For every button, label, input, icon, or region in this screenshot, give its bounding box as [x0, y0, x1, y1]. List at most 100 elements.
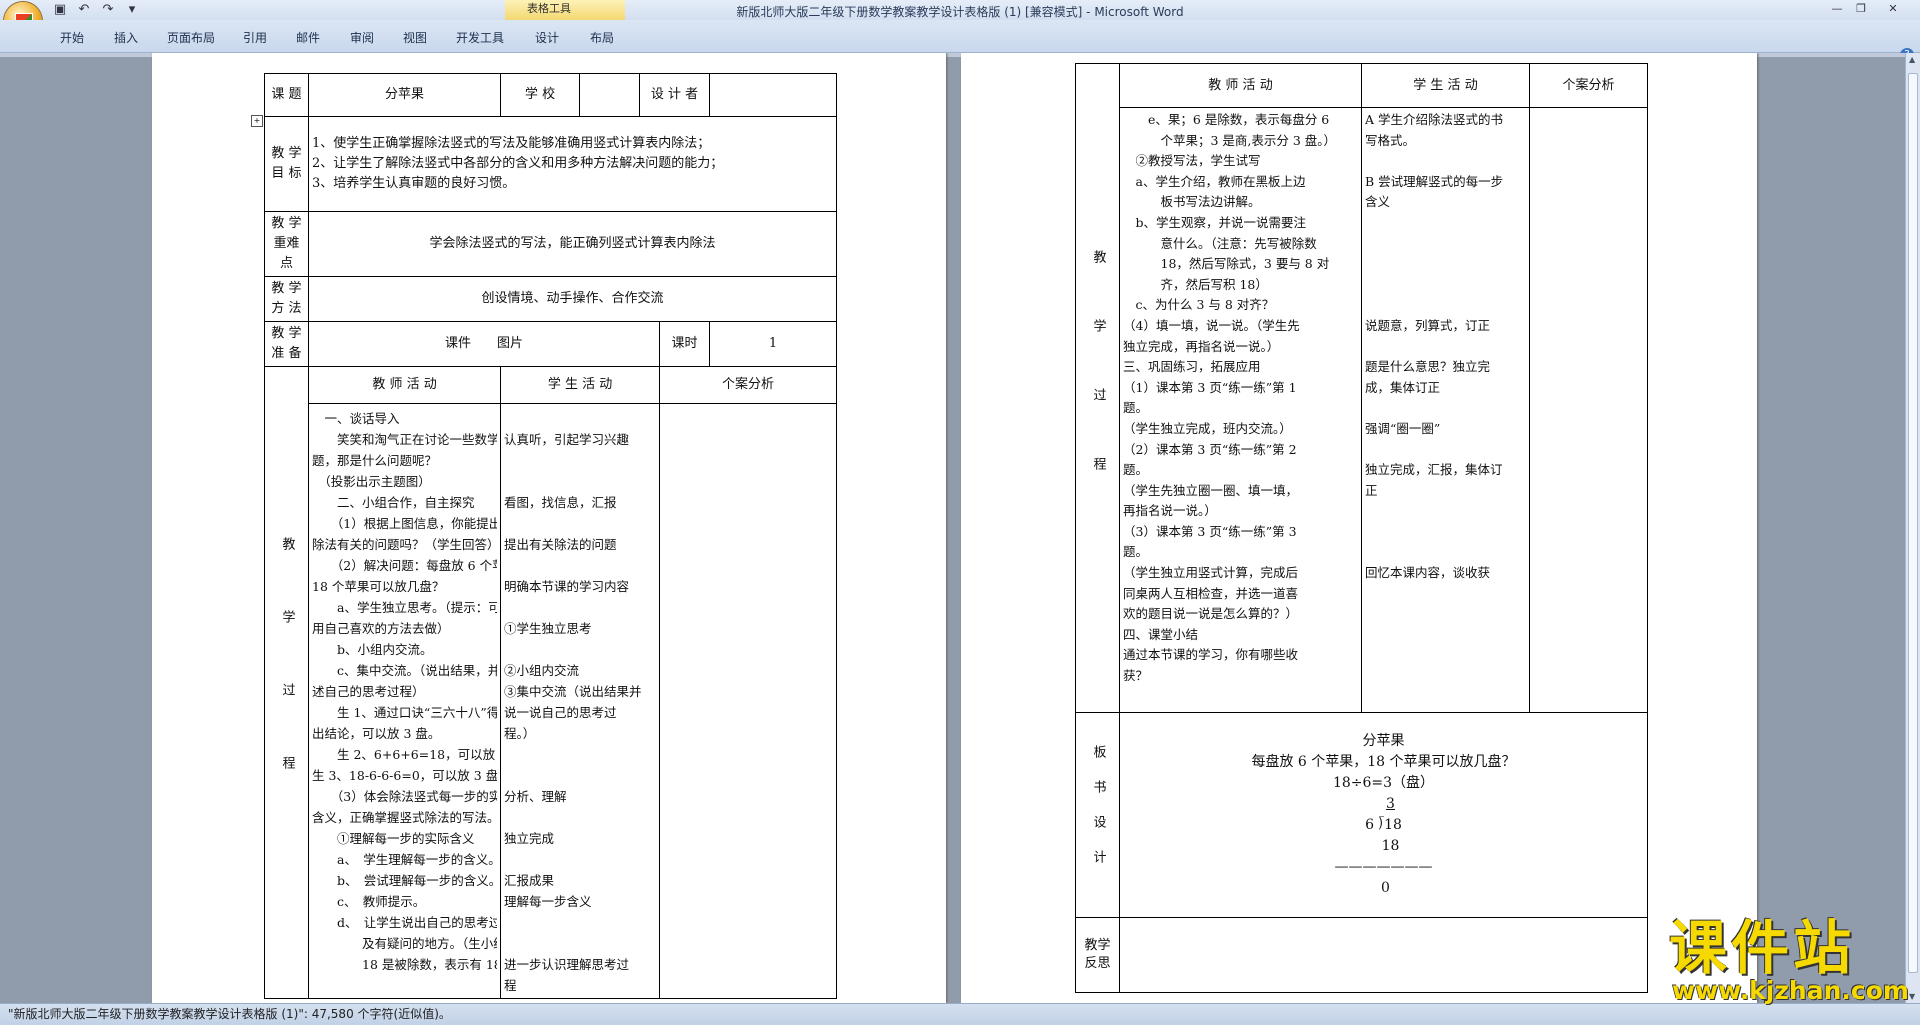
student-activity-line [504, 471, 656, 492]
maximize-icon[interactable]: ❐ [1850, 1, 1872, 17]
student-activity-line: 说一说自己的思考过 [504, 705, 617, 720]
notes-cell[interactable] [659, 403, 838, 999]
tab-layout[interactable]: 布局 [590, 29, 614, 46]
page-1: 课 题 分苹果 学 校 设 计 者 教 学 目 标 1、使学生正确掌握除法竖式的… [152, 53, 946, 1003]
student-activity-line: 成，集体订正 [1365, 379, 1441, 395]
student-activity-line [504, 555, 656, 576]
tab-design[interactable]: 设计 [535, 29, 559, 46]
student-activity-line: 认真听，引起学习兴趣 [504, 432, 630, 447]
board-title: 分苹果 [1362, 733, 1405, 749]
process-label: 教学过程 [264, 366, 309, 999]
teacher-activity-line: 除法有关的问题吗？（学生回答） [312, 537, 498, 552]
teacher-activity-line: 一、谈话导入 [312, 411, 400, 426]
student-activity-line: ③集中交流（说出结果并 [504, 684, 642, 699]
reflection-label: 教学反思 [1075, 917, 1120, 993]
topic-label: 课 题 [264, 73, 309, 117]
teacher-activity-line: 题，那是什么问题呢？ [312, 453, 438, 468]
goals-label: 教 学 目 标 [264, 116, 309, 212]
student-activity-cell: 认真听，引起学习兴趣 看图，找信息，汇报 提出有关除法的问题 明确本节课的学习内… [500, 403, 661, 999]
student-activity-line [1365, 151, 1526, 172]
vertical-scrollbar[interactable]: ▲ ▼ [1905, 53, 1920, 1003]
teacher-activity-line: 意什么。（注意：先写被除数 [1123, 235, 1317, 251]
student-activity-line: A 学生介绍除法竖式的书 [1365, 112, 1504, 127]
keypoint-value: 学会除法竖式的写法，能正确列竖式计算表内除法 [307, 211, 838, 277]
student-activity-line: 独立完成 [504, 831, 555, 846]
student-activity-line: 题是什么意思？独立完 [1365, 359, 1491, 375]
teacher-activity-line: 述自己的思考过程） [312, 684, 425, 699]
teacher-activity-line: 四、课堂小结 [1123, 626, 1199, 642]
lesson-plan-table-2: 教学过程 教 师 活 动 学 生 活 动 个案分析 e、果；6 是除数，表示每盘… [1075, 63, 1648, 993]
method-label: 教 学 方 法 [264, 276, 309, 322]
tab-developer[interactable]: 开发工具 [456, 29, 504, 46]
student-activity-line [504, 912, 656, 933]
teacher-activity-line: 同桌两人互相检查，并选一道喜 [1123, 585, 1299, 601]
designer-value[interactable] [709, 73, 838, 117]
teacher-activity-line: 题。 [1123, 462, 1149, 478]
notes-cell-2[interactable] [1529, 107, 1648, 713]
school-value[interactable] [579, 73, 641, 117]
scroll-down-icon[interactable]: ▼ [1909, 992, 1915, 1001]
teacher-activity-line: 18，然后写除式，3 要与 8 对 [1123, 256, 1330, 272]
student-activity-line [1365, 440, 1526, 461]
ribbon-tabs: 开始 插入 页面布局 引用 邮件 审阅 视图 开发工具 设计 布局 ? [0, 20, 1920, 62]
teacher-activity-line: 用自己喜欢的方法去做） [312, 621, 450, 636]
teacher-activity-line: 个苹果；3 是商,表示分 3 盘。） [1123, 132, 1337, 148]
tab-view[interactable]: 视图 [403, 29, 427, 46]
teacher-activity-line: 获？ [1123, 668, 1149, 684]
student-activity-line [1365, 254, 1526, 275]
student-activity-line [1365, 337, 1526, 358]
col-teacher-header: 教 师 活 动 [307, 366, 502, 404]
window-controls: — ❐ ✕ [1826, 1, 1912, 17]
teacher-activity-line: 生 3、18-6-6-6=0，可以放 3 盘。 [312, 768, 498, 783]
school-label: 学 校 [500, 73, 581, 117]
student-activity-line: 理解每一步含义 [504, 894, 592, 909]
teacher-activity-cell-2: e、果；6 是除数，表示每盘分 6 个苹果；3 是商,表示分 3 盘。） ②教授… [1119, 107, 1362, 713]
student-activity-line [1365, 542, 1526, 563]
teacher-activity-line: 齐，然后写积 18） [1123, 276, 1268, 292]
student-activity-line: 提出有关除法的问题 [504, 537, 617, 552]
tab-mailings[interactable]: 邮件 [296, 29, 320, 46]
student-activity-line [1365, 501, 1526, 522]
teacher-activity-line: ②教授写法，学生试写 [1123, 153, 1261, 169]
student-activity-line: 说题意，列算式，订正 [1365, 317, 1491, 333]
scroll-up-icon[interactable]: ▲ [1909, 55, 1915, 64]
minimize-icon[interactable]: — [1826, 1, 1848, 17]
tab-review[interactable]: 审阅 [350, 29, 374, 46]
teacher-activity-line: （学生独立完成，班内交流。） [1123, 420, 1292, 436]
student-activity-cell-2: A 学生介绍除法竖式的书 写格式。 B 尝试理解竖式的每一步 含义 说题意，列算式，… [1361, 107, 1530, 713]
student-activity-line: 分析、理解 [504, 789, 567, 804]
tab-insert[interactable]: 插入 [114, 29, 138, 46]
designer-label: 设 计 者 [639, 73, 711, 117]
student-activity-line: 回忆本课内容，谈收获 [1365, 565, 1491, 581]
goal-item: 1、使学生正确掌握除法竖式的写法及能够准确用竖式计算表内除法； [312, 136, 711, 151]
student-activity-line: 进一步认识理解思考过 [504, 957, 630, 972]
teacher-activity-line: （3）体会除法竖式每一步的实际 [312, 789, 498, 804]
student-activity-line: 强调“圈一圈” [1365, 420, 1441, 436]
board-label: 板书设计 [1075, 712, 1120, 918]
goal-item: 3、培养学生认真审题的良好习惯。 [312, 176, 516, 191]
student-activity-line [1365, 275, 1526, 296]
teacher-activity-line: 板书写法边讲解。 [1123, 194, 1261, 210]
board-quotient: 3 [1386, 796, 1395, 812]
document-area: 课 题 分苹果 学 校 设 计 者 教 学 目 标 1、使学生正确掌握除法竖式的… [0, 53, 1905, 1003]
table-move-handle-icon[interactable]: + [251, 115, 263, 127]
teacher-activity-line: （1）根据上图信息，你能提出与 [312, 516, 498, 531]
tab-references[interactable]: 引用 [243, 29, 267, 46]
teacher-activity-line: c、集中交流。（说出结果，并讲 [312, 663, 498, 678]
board-question: 每盘放 6 个苹果，18 个苹果可以放几盘？ [1251, 754, 1516, 770]
scroll-thumb[interactable] [1908, 73, 1918, 973]
teacher-activity-line: 通过本节课的学习，你有哪些收 [1123, 647, 1299, 663]
lesson-plan-table-1: 课 题 分苹果 学 校 设 计 者 教 学 目 标 1、使学生正确掌握除法竖式的… [264, 73, 838, 999]
tab-page-layout[interactable]: 页面布局 [167, 29, 215, 46]
col-teacher-header-2: 教 师 活 动 [1119, 63, 1362, 108]
teacher-activity-cell: 一、谈话导入 笑笑和淘气正在讨论一些数学问 题，那是什么问题呢？ （投影出示主题图… [307, 403, 502, 999]
board-divisor: 6 ⟌18 [1365, 817, 1402, 833]
teacher-activity-line: 题。 [1123, 400, 1149, 416]
close-icon[interactable]: ✕ [1874, 1, 1912, 17]
tab-home[interactable]: 开始 [60, 29, 84, 46]
teacher-activity-line: （学生先独立圈一圈、填一填， [1123, 482, 1299, 498]
teacher-activity-line: b、 尝试理解每一步的含义。 [312, 873, 498, 888]
reflection-cell[interactable] [1119, 917, 1648, 993]
teacher-activity-line: a、 学生理解每一步的含义。 [312, 852, 498, 867]
student-activity-line [504, 408, 656, 429]
